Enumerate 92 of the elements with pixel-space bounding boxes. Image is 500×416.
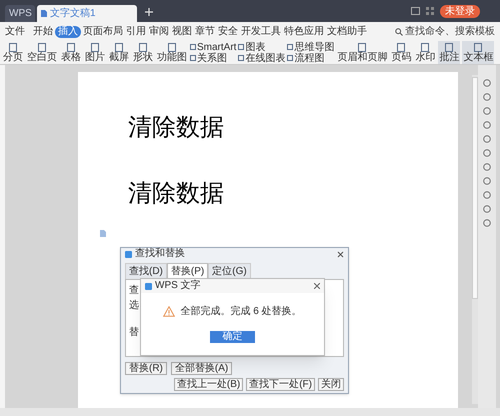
square-icon	[190, 44, 196, 50]
body-text: 清除数据	[128, 114, 225, 142]
document-icon	[67, 42, 75, 52]
document-icon	[358, 42, 366, 52]
square-icon	[287, 44, 294, 50]
document-icon	[139, 42, 147, 52]
dialog-tab[interactable]: 查找(D)	[125, 263, 167, 279]
menu-tab[interactable]: 页面布局	[82, 26, 124, 38]
tab[interactable]: WPS	[5, 5, 35, 22]
app-logo-icon	[125, 250, 132, 258]
menu-tab[interactable]: 开始	[32, 26, 54, 38]
menu-tab[interactable]: 文档助手	[326, 26, 368, 38]
document-icon	[168, 42, 176, 52]
circle-icon[interactable]	[483, 177, 491, 185]
ribbon-button[interactable]: 思维导图	[287, 42, 334, 52]
scrollbar[interactable]	[472, 75, 478, 404]
menu-tab[interactable]: 引用	[125, 26, 147, 38]
menu-tab[interactable]: 安全	[217, 26, 239, 38]
field-label: 查	[129, 286, 139, 296]
ribbon-button[interactable]: 空白页	[26, 41, 58, 64]
menu-tab[interactable]: 开发工具	[240, 26, 282, 38]
document-icon	[41, 10, 47, 17]
message-text: 全部完成。完成 6 处替换。	[180, 304, 302, 319]
ribbon-button[interactable]: 图片	[84, 41, 106, 64]
document-icon	[100, 230, 106, 237]
ribbon-button[interactable]: 批注	[438, 41, 460, 64]
square-icon	[287, 55, 294, 61]
search-field[interactable]: 查找命令、搜索模板	[395, 24, 496, 39]
ribbon-button[interactable]: 页码	[390, 41, 412, 64]
menu-tab[interactable]: 视图	[171, 26, 193, 38]
ribbon-button[interactable]: 页眉和页脚	[336, 41, 388, 64]
circle-icon[interactable]	[483, 149, 491, 157]
document-icon	[38, 42, 46, 52]
circle-icon[interactable]	[483, 135, 491, 143]
dialog-tab[interactable]: 替换(P)	[166, 263, 208, 279]
circle-icon[interactable]	[483, 79, 491, 87]
document-icon	[397, 42, 406, 52]
ok-button[interactable]: 确定	[210, 331, 255, 343]
ribbon-button[interactable]: SmartArt	[190, 42, 236, 52]
dialog-button[interactable]: 查找下一处(F)	[246, 378, 315, 391]
menu-tab[interactable]: 特色应用	[283, 26, 325, 38]
circle-icon[interactable]	[483, 163, 491, 171]
circle-icon[interactable]	[483, 219, 491, 227]
field-label: 替	[129, 328, 139, 338]
circle-icon[interactable]	[483, 121, 491, 129]
dialog-button[interactable]: 替换(R)	[125, 362, 167, 375]
window-icon[interactable]	[411, 7, 420, 15]
dialog-button[interactable]: 查找上一处(B)	[174, 378, 244, 391]
dialog-button[interactable]: 全部替换(A)	[170, 362, 232, 375]
square-icon	[190, 55, 196, 61]
square-icon	[238, 55, 244, 61]
dialog-tab[interactable]: 定位(G)	[208, 263, 251, 279]
ribbon-button[interactable]: 水印	[414, 41, 436, 64]
circle-icon[interactable]	[483, 191, 491, 199]
ribbon-button[interactable]: 形状	[132, 41, 154, 64]
ribbon-button[interactable]: 流程图	[287, 52, 334, 64]
ribbon-button[interactable]: 截屏	[108, 41, 130, 64]
document-icon	[91, 42, 99, 52]
field-label: 选	[129, 301, 139, 311]
circle-icon[interactable]	[483, 107, 491, 115]
document-icon	[445, 42, 454, 52]
body-text: 清除数据	[128, 180, 225, 208]
circle-icon[interactable]	[483, 205, 491, 213]
document-icon	[474, 42, 482, 52]
file-menu[interactable]: 文件	[4, 24, 26, 39]
dialog-button[interactable]: 关闭	[318, 378, 344, 391]
dialog-title: WPS 文字	[155, 280, 201, 292]
close-icon[interactable]	[314, 283, 320, 289]
menu-tab[interactable]: 插入	[55, 26, 81, 38]
close-icon[interactable]	[337, 250, 344, 258]
tab[interactable]: 文字文稿1	[37, 5, 137, 22]
document-icon	[421, 42, 430, 52]
ribbon-button[interactable]: 表格	[60, 41, 82, 64]
menu-tab[interactable]: 章节	[194, 26, 216, 38]
grid-icon[interactable]	[426, 7, 434, 15]
menu-tab[interactable]: 审阅	[148, 26, 170, 38]
document-icon	[9, 42, 17, 52]
dialog-title: 查找和替换	[135, 248, 185, 260]
search-icon	[395, 28, 403, 36]
add-tab-icon[interactable]	[145, 8, 153, 16]
ribbon-button[interactable]: 图表	[238, 42, 286, 52]
scroll-thumb[interactable]	[472, 77, 478, 299]
app-logo-icon	[145, 282, 152, 290]
warning-icon	[163, 306, 176, 317]
ribbon-button[interactable]: 分页	[2, 41, 24, 64]
ribbon-button[interactable]: 文本框	[462, 41, 494, 64]
square-icon	[238, 44, 244, 50]
ribbon-button[interactable]: 关系图	[190, 52, 236, 64]
ribbon-button[interactable]: 功能图	[156, 41, 188, 64]
document-icon	[115, 42, 123, 52]
circle-icon[interactable]	[483, 93, 491, 101]
ribbon-button[interactable]: 在线图表	[238, 52, 286, 64]
